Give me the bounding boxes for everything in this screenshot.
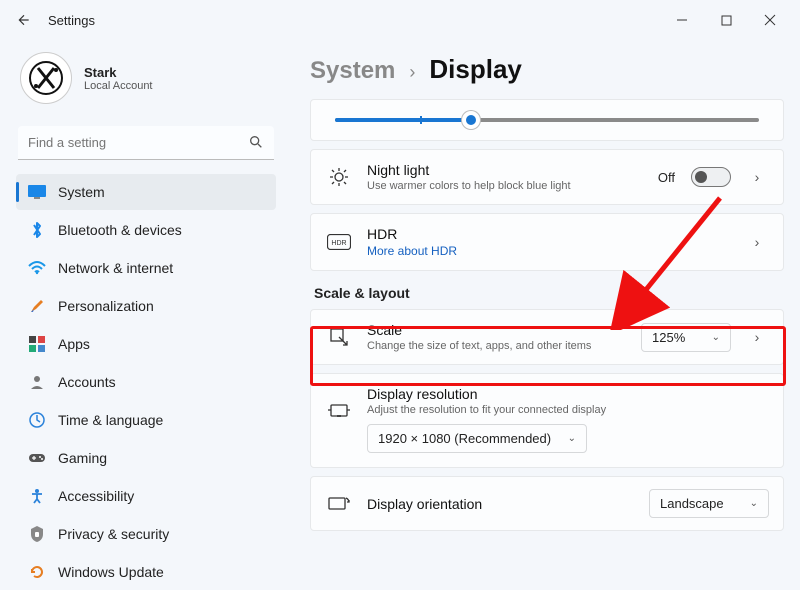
maximize-button[interactable] <box>704 4 748 36</box>
update-icon <box>28 563 46 581</box>
minimize-button[interactable] <box>660 4 704 36</box>
display-icon <box>28 183 46 201</box>
maximize-icon <box>721 15 732 26</box>
chevron-right-icon[interactable]: › <box>745 329 769 345</box>
wifi-icon <box>28 259 46 277</box>
page-title: Display <box>429 54 522 85</box>
clock-globe-icon <box>28 411 46 429</box>
resolution-value: 1920 × 1080 (Recommended) <box>378 431 551 446</box>
person-icon <box>28 373 46 391</box>
night-light-card[interactable]: Night light Use warmer colors to help bl… <box>310 149 784 205</box>
sidebar-item-label: System <box>58 184 105 200</box>
hdr-title: HDR <box>367 226 731 242</box>
section-scale-layout: Scale & layout <box>314 285 784 301</box>
scale-subtitle: Change the size of text, apps, and other… <box>367 340 627 352</box>
chevron-down-icon: ⌄ <box>750 498 758 509</box>
night-light-title: Night light <box>367 162 644 178</box>
night-light-toggle[interactable] <box>691 167 731 187</box>
night-light-state-label: Off <box>658 170 675 185</box>
night-light-icon <box>325 167 353 187</box>
scale-value: 125% <box>652 330 685 345</box>
sidebar-item-windows-update[interactable]: Windows Update <box>16 554 276 590</box>
accessibility-icon <box>28 487 46 505</box>
hdr-link[interactable]: More about HDR <box>367 244 731 258</box>
close-icon <box>764 14 776 26</box>
profile-block[interactable]: Stark Local Account <box>16 40 276 122</box>
orientation-title: Display orientation <box>367 496 635 512</box>
sidebar-item-accessibility[interactable]: Accessibility <box>16 478 276 514</box>
arrow-left-icon <box>17 13 31 27</box>
close-button[interactable] <box>748 4 792 36</box>
sidebar-item-time-language[interactable]: Time & language <box>16 402 276 438</box>
profile-name: Stark <box>84 65 153 80</box>
sidebar: Stark Local Account System Bluetooth & d… <box>0 40 290 571</box>
hdr-icon: HDR <box>325 234 353 250</box>
sidebar-item-gaming[interactable]: Gaming <box>16 440 276 476</box>
window-title: Settings <box>48 13 95 28</box>
apps-icon <box>28 335 46 353</box>
scale-title: Scale <box>367 322 627 338</box>
titlebar: Settings <box>0 0 800 40</box>
scale-card[interactable]: Scale Change the size of text, apps, and… <box>310 309 784 365</box>
shield-icon <box>28 525 46 543</box>
chevron-right-icon[interactable]: › <box>745 169 769 185</box>
sidebar-item-accounts[interactable]: Accounts <box>16 364 276 400</box>
content-area: System › Display Night light Use warmer … <box>290 40 800 571</box>
brightness-slider[interactable] <box>335 118 759 122</box>
slider-fill <box>335 118 471 122</box>
search-icon <box>248 134 264 153</box>
sidebar-item-network[interactable]: Network & internet <box>16 250 276 286</box>
breadcrumb-parent[interactable]: System <box>310 57 395 85</box>
search-box <box>18 126 274 160</box>
sidebar-item-label: Accounts <box>58 374 116 390</box>
sidebar-item-apps[interactable]: Apps <box>16 326 276 362</box>
orientation-select[interactable]: Landscape ⌄ <box>649 489 769 518</box>
resolution-select[interactable]: 1920 × 1080 (Recommended) ⌄ <box>367 424 587 453</box>
slider-thumb[interactable] <box>462 111 480 129</box>
orientation-card[interactable]: Display orientation Landscape ⌄ <box>310 476 784 531</box>
orientation-icon <box>325 496 353 512</box>
paintbrush-icon <box>28 297 46 315</box>
minimize-icon <box>676 14 688 26</box>
sidebar-item-label: Bluetooth & devices <box>58 222 182 238</box>
resolution-card[interactable]: Display resolution Adjust the resolution… <box>310 373 784 468</box>
sidebar-item-system[interactable]: System <box>16 174 276 210</box>
window-controls <box>660 4 792 36</box>
sidebar-item-label: Privacy & security <box>58 526 169 542</box>
orientation-value: Landscape <box>660 496 724 511</box>
sidebar-item-label: Windows Update <box>58 564 164 580</box>
sidebar-item-label: Network & internet <box>58 260 173 276</box>
resolution-subtitle: Adjust the resolution to fit your connec… <box>367 404 769 416</box>
sidebar-item-label: Time & language <box>58 412 163 428</box>
sidebar-item-personalization[interactable]: Personalization <box>16 288 276 324</box>
sidebar-item-bluetooth[interactable]: Bluetooth & devices <box>16 212 276 248</box>
brightness-card <box>310 99 784 141</box>
chevron-down-icon: ⌄ <box>568 433 576 444</box>
night-light-subtitle: Use warmer colors to help block blue lig… <box>367 180 644 192</box>
chevron-right-icon[interactable]: › <box>745 234 769 250</box>
avatar <box>20 52 72 104</box>
search-input[interactable] <box>18 126 274 160</box>
sidebar-item-privacy[interactable]: Privacy & security <box>16 516 276 552</box>
resolution-title: Display resolution <box>367 386 769 402</box>
sidebar-item-label: Accessibility <box>58 488 134 504</box>
resolution-icon <box>325 404 353 420</box>
chevron-right-icon: › <box>409 62 415 83</box>
profile-subtitle: Local Account <box>84 80 153 92</box>
svg-text:HDR: HDR <box>331 240 346 247</box>
sidebar-item-label: Apps <box>58 336 90 352</box>
scale-select[interactable]: 125% ⌄ <box>641 323 731 352</box>
sidebar-item-label: Personalization <box>58 298 154 314</box>
slider-tick <box>420 116 422 124</box>
gaming-icon <box>28 449 46 467</box>
breadcrumb: System › Display <box>310 48 784 99</box>
chevron-down-icon: ⌄ <box>712 332 720 343</box>
bluetooth-icon <box>28 221 46 239</box>
back-button[interactable] <box>8 4 40 36</box>
sidebar-item-label: Gaming <box>58 450 107 466</box>
hdr-card[interactable]: HDR HDR More about HDR › <box>310 213 784 271</box>
nav-list: System Bluetooth & devices Network & int… <box>16 174 276 590</box>
scale-icon <box>325 327 353 347</box>
